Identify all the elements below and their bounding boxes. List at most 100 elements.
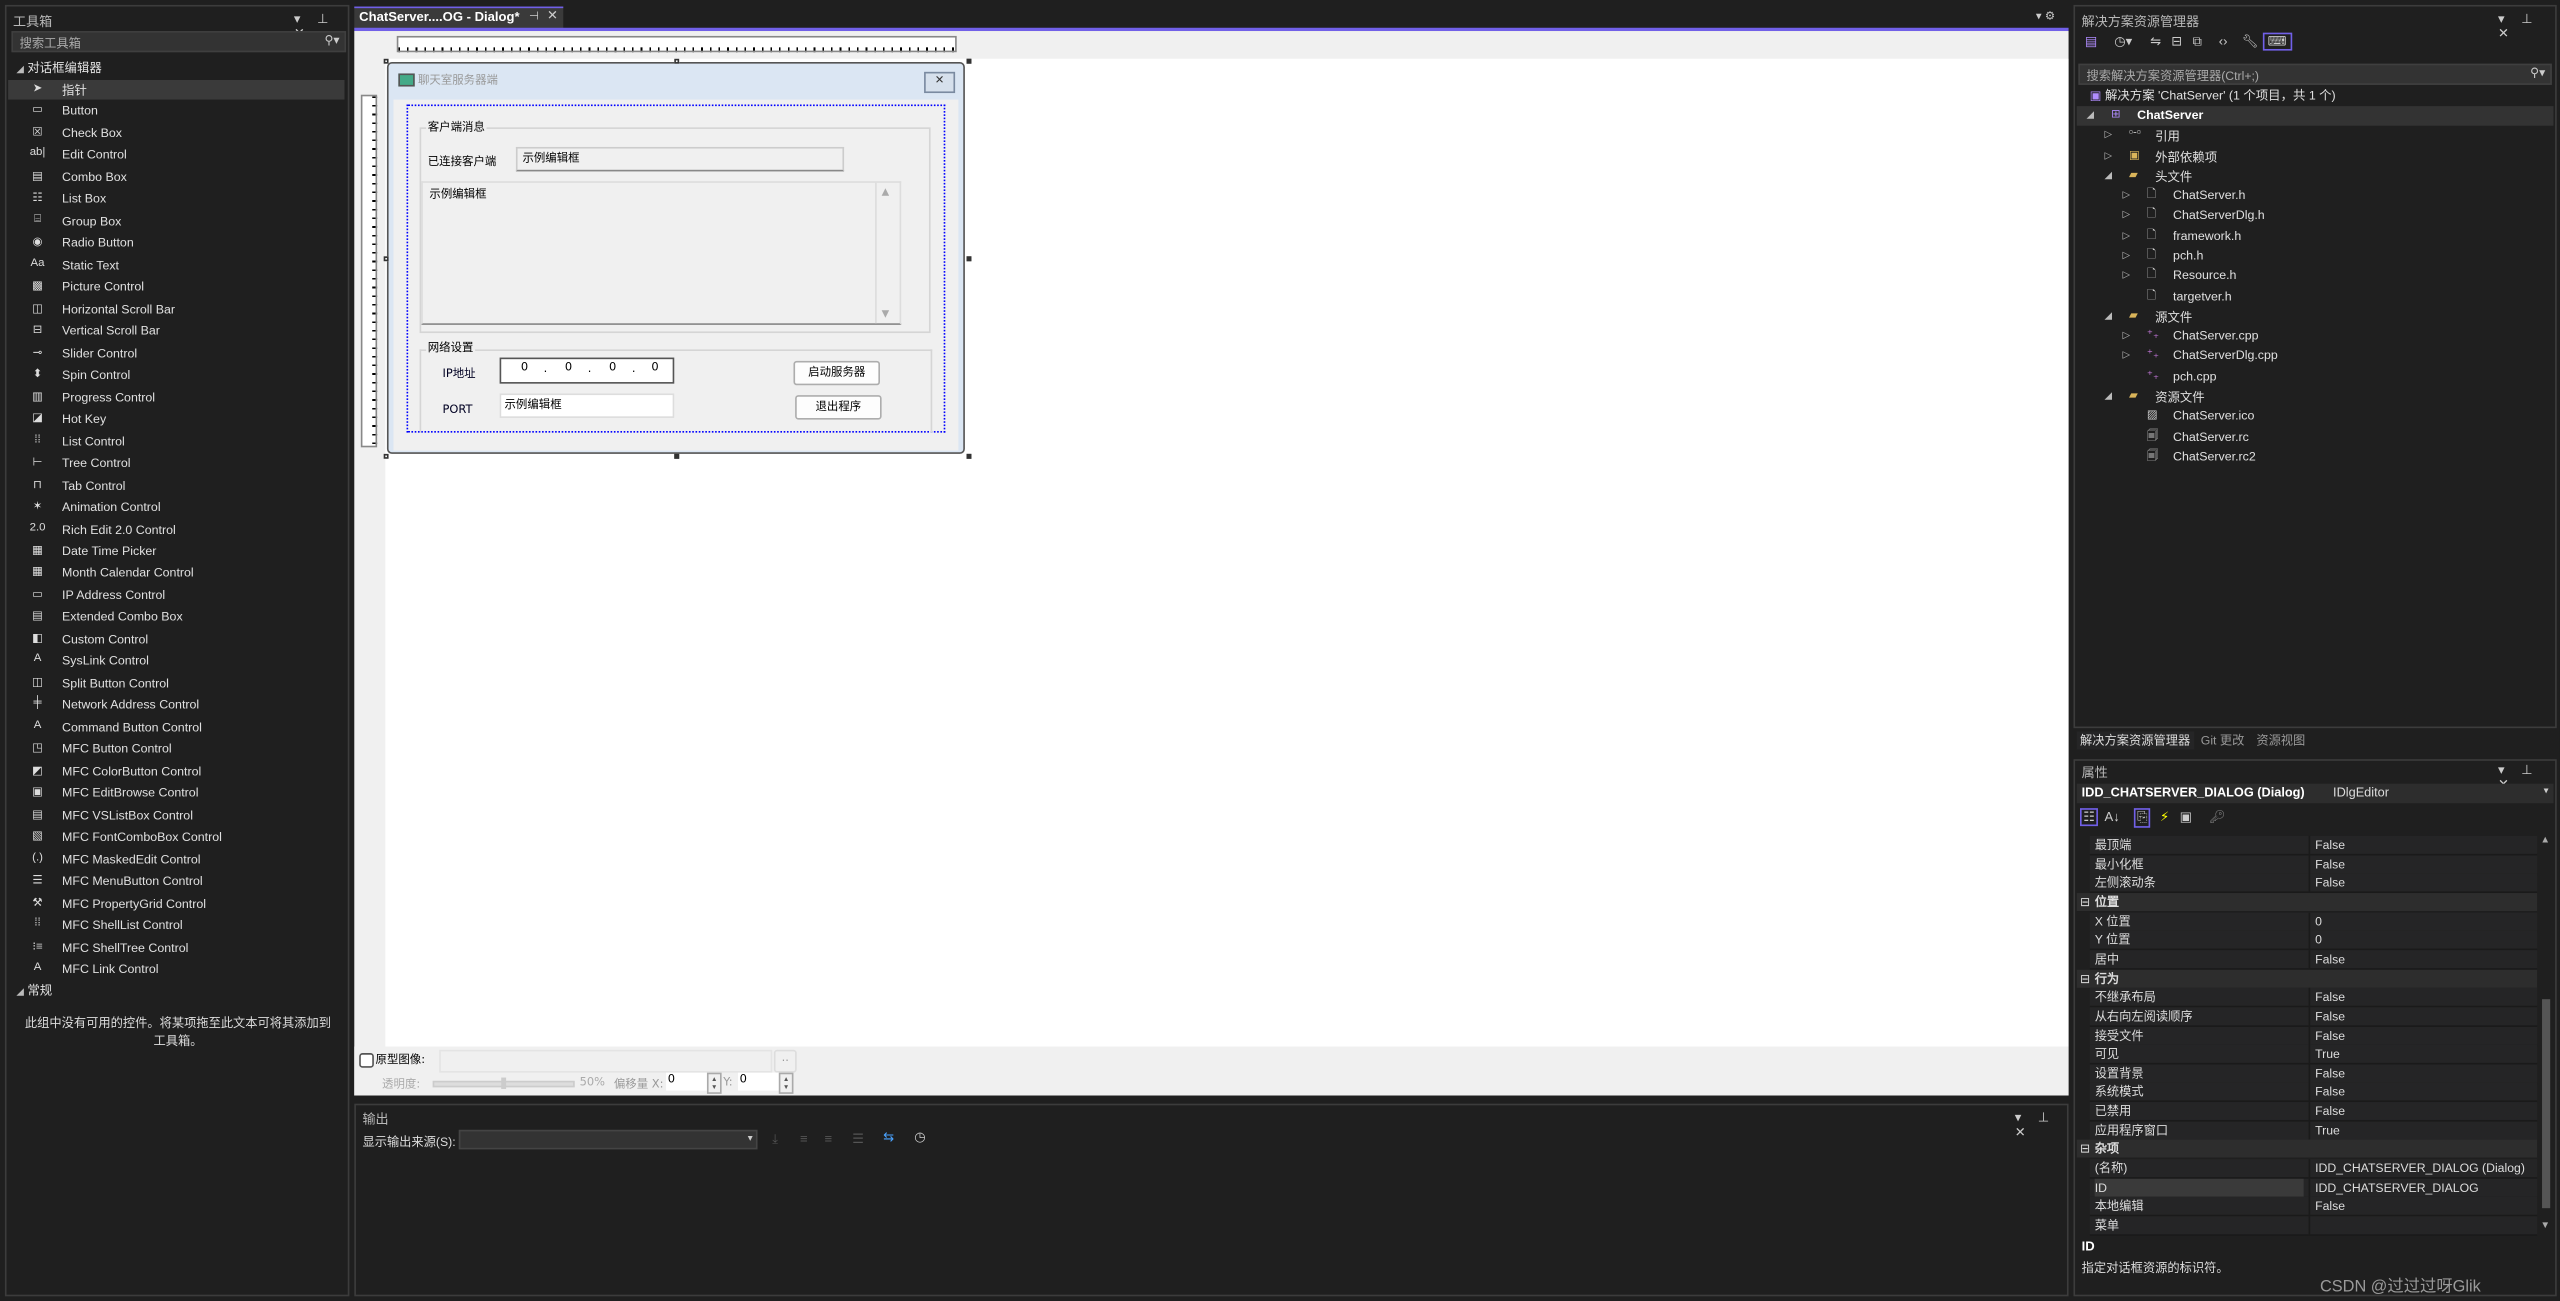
toolbox-item[interactable]: ⁝≡ MFC ShellTree Control bbox=[8, 938, 344, 958]
toolbox-item[interactable]: A MFC Link Control bbox=[8, 960, 344, 980]
toolbox-item[interactable]: 2.0 Rich Edit 2.0 Control bbox=[8, 520, 344, 540]
tree-node[interactable]: ▷ ▫-▫ 引用 bbox=[2077, 126, 2554, 146]
property-row[interactable]: X 位置 0 bbox=[2089, 911, 2538, 932]
tree-node[interactable]: ▷ ⁺₊ ChatServer.cpp bbox=[2077, 327, 2554, 347]
tree-node[interactable]: 🗐︎ ChatServer.rc2 bbox=[2077, 447, 2554, 467]
show-all-files-icon[interactable]: ⧉ bbox=[2193, 34, 2202, 50]
resize-handle[interactable] bbox=[383, 256, 389, 262]
events-icon[interactable]: ⚡ bbox=[2160, 810, 2169, 825]
port-edit[interactable]: 示例编辑框 bbox=[499, 393, 675, 418]
toolbox-item[interactable]: ⚒ MFC PropertyGrid Control bbox=[8, 894, 344, 914]
overrides-icon[interactable]: 🔑︎ bbox=[2209, 810, 2226, 825]
toolbox-item[interactable]: ⁞⁞ MFC ShellList Control bbox=[8, 916, 344, 936]
tool-window-tab[interactable]: 解决方案资源管理器 bbox=[2076, 731, 2194, 750]
toolbox-item[interactable]: ▤ Extended Combo Box bbox=[8, 608, 344, 628]
scroll-down-icon[interactable]: ▼ bbox=[882, 309, 890, 320]
toolbox-item[interactable]: ☰ MFC MenuButton Control bbox=[8, 872, 344, 892]
offset-x-input[interactable]: 0 bbox=[666, 1072, 709, 1091]
property-row[interactable]: 应用程序窗口 True bbox=[2089, 1121, 2538, 1141]
property-value[interactable]: 0 bbox=[2308, 931, 2322, 949]
toolbox-search-input[interactable]: 搜索工具箱 ⚲▾ bbox=[11, 31, 347, 53]
preview-selected-icon[interactable]: ⌨ bbox=[2262, 32, 2292, 51]
tool-window-tab[interactable]: Git 更改 bbox=[2201, 731, 2245, 749]
properties-object-selector[interactable]: IDD_CHATSERVER_DIALOG (Dialog) IDlgEdito… bbox=[2076, 783, 2554, 804]
collapsed-arrow-icon[interactable]: ▷ bbox=[2122, 230, 2130, 241]
toolbox-item[interactable]: ▦ Month Calendar Control bbox=[8, 564, 344, 584]
messages-icon[interactable]: ▣ bbox=[2180, 810, 2192, 825]
toolbox-item[interactable]: ⊢ Tree Control bbox=[8, 454, 344, 474]
horizontal-ruler[interactable] bbox=[396, 35, 957, 53]
tool-window-tab[interactable]: 资源视图 bbox=[2256, 731, 2305, 749]
toolbox-item[interactable]: ◫ Split Button Control bbox=[8, 674, 344, 694]
tree-node[interactable]: ▷ ⁺₊ ChatServerDlg.cpp bbox=[2077, 347, 2554, 367]
toolbox-item[interactable]: ◳ MFC Button Control bbox=[8, 740, 344, 760]
tree-node[interactable]: ▷ 🗋︎ ChatServer.h bbox=[2077, 186, 2554, 206]
tree-node[interactable]: ▷ 🗋︎ pch.h bbox=[2077, 247, 2554, 267]
toolbox-item[interactable]: ⊸ Slider Control bbox=[8, 344, 344, 364]
toolbox-item[interactable]: ⊓ Tab Control bbox=[8, 476, 344, 496]
offset-y-input[interactable]: 0 bbox=[737, 1072, 781, 1091]
property-category[interactable]: ⊟ 位置 bbox=[2076, 892, 2538, 911]
property-row[interactable]: ID IDD_CHATSERVER_DIALOG bbox=[2089, 1178, 2538, 1198]
property-value[interactable]: False bbox=[2308, 1083, 2345, 1102]
toolbox-item[interactable]: ✶ Animation Control bbox=[8, 498, 344, 518]
property-value[interactable]: False bbox=[2308, 1102, 2345, 1121]
toolbox-item[interactable]: ➤ 指针 bbox=[8, 79, 345, 100]
search-icon[interactable]: ⚲▾ bbox=[2530, 65, 2545, 80]
prev-message-icon[interactable]: ≡ bbox=[800, 1131, 808, 1146]
toolbox-item[interactable]: ▩ Picture Control bbox=[8, 278, 344, 298]
toolbox-item[interactable]: (.) MFC MaskedEdit Control bbox=[8, 850, 344, 870]
scroll-up-icon[interactable]: ▲ bbox=[882, 186, 890, 197]
opacity-slider-thumb[interactable] bbox=[501, 1077, 507, 1089]
collapsed-arrow-icon[interactable]: ▷ bbox=[2122, 190, 2130, 201]
tab-overflow-icons[interactable]: ▾ ⚙ bbox=[2036, 10, 2055, 22]
tree-node[interactable]: ▨ ChatServer.ico bbox=[2077, 407, 2554, 427]
toolbox-item[interactable]: ▤ Combo Box bbox=[8, 168, 344, 188]
collapsed-arrow-icon[interactable]: ▷ bbox=[2104, 129, 2112, 141]
expanded-arrow-icon[interactable]: ◢ bbox=[2104, 310, 2112, 322]
toolbox-item[interactable]: Aa Static Text bbox=[8, 256, 344, 276]
scrollbar-thumb[interactable] bbox=[2542, 999, 2551, 1209]
prototype-browse-button[interactable]: .. bbox=[773, 1049, 797, 1073]
sync-icon[interactable]: ⇋ bbox=[2150, 34, 2161, 49]
toolbox-item[interactable]: ▤ MFC VSListBox Control bbox=[8, 806, 344, 826]
tree-node[interactable]: 🗐︎ ChatServer.rc bbox=[2077, 427, 2554, 447]
resize-handle[interactable] bbox=[966, 58, 972, 64]
property-row[interactable]: 设置背景 False bbox=[2089, 1064, 2538, 1084]
next-message-icon[interactable]: ≡ bbox=[824, 1131, 832, 1146]
prototype-checkbox[interactable] bbox=[359, 1053, 374, 1068]
tab-dialog-editor[interactable]: ChatServer....OG - Dialog* ⊣ ✕ bbox=[354, 6, 564, 30]
tree-node[interactable]: ▷ 🗋︎ ChatServerDlg.h bbox=[2077, 206, 2554, 226]
alphabetical-icon[interactable]: A↓ bbox=[2104, 810, 2119, 825]
collapse-icon[interactable]: ⊟ bbox=[2080, 1140, 2090, 1158]
property-value[interactable] bbox=[2308, 1216, 2316, 1235]
property-value[interactable]: IDD_CHATSERVER_DIALOG (Dialog) bbox=[2308, 1159, 2525, 1178]
toolbox-item[interactable]: ◫ Horizontal Scroll Bar bbox=[8, 300, 344, 320]
se-window-controls[interactable]: ▾ ⊥ ✕ bbox=[2498, 11, 2555, 40]
property-row[interactable]: 最小化框 False bbox=[2089, 854, 2538, 875]
property-value[interactable]: True bbox=[2308, 1121, 2340, 1140]
expanded-arrow-icon[interactable]: ◢ bbox=[2087, 109, 2095, 121]
property-value[interactable]: False bbox=[2308, 854, 2345, 873]
toolbox-group-dialog-editor[interactable]: ◢ 对话框编辑器 bbox=[16, 59, 101, 77]
word-wrap-icon[interactable]: ⇆ bbox=[883, 1130, 894, 1145]
tree-node[interactable]: ◢ ▰ 源文件 bbox=[2077, 307, 2554, 327]
property-value[interactable]: False bbox=[2308, 988, 2345, 1007]
tree-node[interactable]: 🗋︎ targetver.h bbox=[2077, 287, 2554, 307]
pin-icon[interactable]: ⊣ bbox=[529, 10, 539, 22]
tree-node[interactable]: ▷ 🗋︎ Resource.h bbox=[2077, 267, 2554, 287]
property-row[interactable]: 已禁用 False bbox=[2089, 1102, 2538, 1122]
clock-icon[interactable]: ◷ bbox=[914, 1130, 925, 1145]
resize-handle[interactable] bbox=[383, 453, 389, 459]
tree-node[interactable]: ▷ ▣ 外部依赖项 bbox=[2077, 146, 2554, 166]
property-row[interactable]: (名称) IDD_CHATSERVER_DIALOG (Dialog) bbox=[2089, 1159, 2538, 1179]
toolbox-item[interactable]: ab| Edit Control bbox=[8, 146, 344, 166]
output-window-controls[interactable]: ▾ ⊥ ✕ bbox=[2015, 1110, 2067, 1139]
property-row[interactable]: 接受文件 False bbox=[2089, 1026, 2538, 1046]
toolbox-item[interactable]: ⁞⁞ List Control bbox=[8, 432, 344, 452]
toolbox-item[interactable]: ⬍ Spin Control bbox=[8, 366, 344, 386]
property-value[interactable]: False bbox=[2308, 835, 2345, 854]
property-pages-icon[interactable]: ⎘ bbox=[2133, 808, 2151, 828]
property-value[interactable]: True bbox=[2308, 1045, 2340, 1064]
tree-node[interactable]: ◢ ▰ 资源文件 bbox=[2077, 387, 2554, 407]
